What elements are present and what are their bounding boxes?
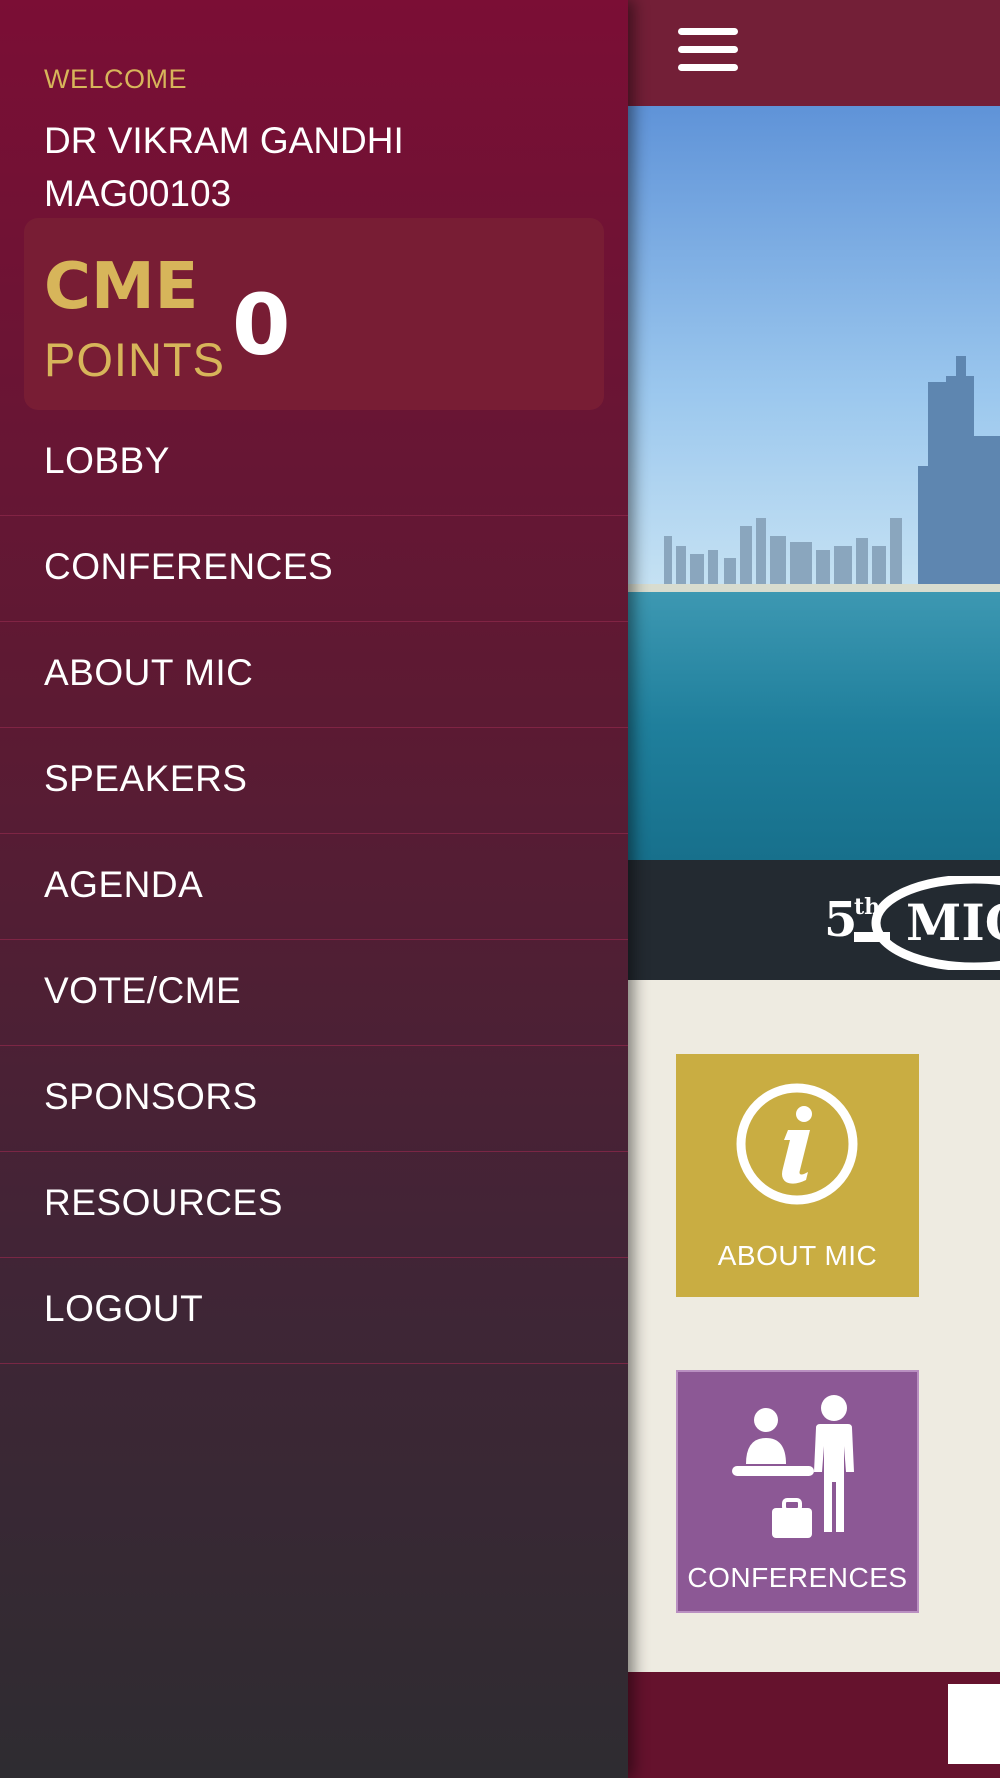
mic-logo: 5 th MIC [824, 876, 1000, 970]
app-footer [628, 1672, 1000, 1778]
cme-points-value: 0 [232, 276, 291, 374]
menu-item-label: SPEAKERS [44, 758, 248, 799]
about-mic-tile-label: ABOUT MIC [717, 1240, 878, 1271]
menu-item-label: AGENDA [44, 864, 204, 905]
hero-skyline-image [628, 106, 1000, 860]
main-app-view: 5 th MIC ABOUT MIC CONFERENCE [628, 0, 1000, 1778]
user-id: MAG00103 [44, 173, 232, 214]
menu-item-sponsors[interactable]: SPONSORS [0, 1046, 628, 1152]
cme-points-label: POINTS [44, 333, 225, 386]
cme-label: CME [44, 250, 199, 324]
conference-banner: 5 th MIC [628, 860, 1000, 980]
menu-item-speakers[interactable]: SPEAKERS [0, 728, 628, 834]
menu-item-label: RESOURCES [44, 1182, 283, 1223]
svg-text:5: 5 [824, 892, 857, 948]
reception-icon [732, 1395, 854, 1538]
menu-item-label: CONFERENCES [44, 546, 334, 587]
menu-item-conferences[interactable]: CONFERENCES [0, 516, 628, 622]
welcome-label: WELCOME [44, 64, 188, 94]
menu-item-lobby[interactable]: LOBBY [0, 410, 628, 516]
svg-text:MIC: MIC [906, 893, 1000, 952]
cme-points-card: CME POINTS 0 [24, 218, 604, 410]
menu-item-agenda[interactable]: AGENDA [0, 834, 628, 940]
menu-item-label: SPONSORS [44, 1076, 258, 1117]
conferences-tile-label: CONFERENCES [687, 1562, 908, 1593]
hamburger-menu-icon[interactable] [678, 28, 738, 72]
about-mic-tile[interactable]: ABOUT MIC [676, 1054, 919, 1297]
menu-item-label: LOGOUT [44, 1288, 204, 1329]
navigation-drawer: WELCOME DR VIKRAM GANDHI MAG00103 CME PO… [0, 0, 628, 1778]
menu-item-label: VOTE/CME [44, 970, 242, 1011]
menu-item-logout[interactable]: LOGOUT [0, 1258, 628, 1364]
menu-item-vote-cme[interactable]: VOTE/CME [0, 940, 628, 1046]
drawer-menu: LOBBY CONFERENCES ABOUT MIC SPEAKERS AGE… [0, 410, 628, 1364]
menu-item-about-mic[interactable]: ABOUT MIC [0, 622, 628, 728]
menu-item-label: LOBBY [44, 440, 170, 481]
info-icon [736, 1083, 858, 1205]
user-name: DR VIKRAM GANDHI [44, 120, 404, 161]
app-header [628, 0, 1000, 106]
conferences-tile[interactable]: CONFERENCES [676, 1370, 919, 1613]
menu-item-resources[interactable]: RESOURCES [0, 1152, 628, 1258]
sponsor-logo [948, 1684, 1000, 1764]
menu-item-label: ABOUT MIC [44, 652, 254, 693]
